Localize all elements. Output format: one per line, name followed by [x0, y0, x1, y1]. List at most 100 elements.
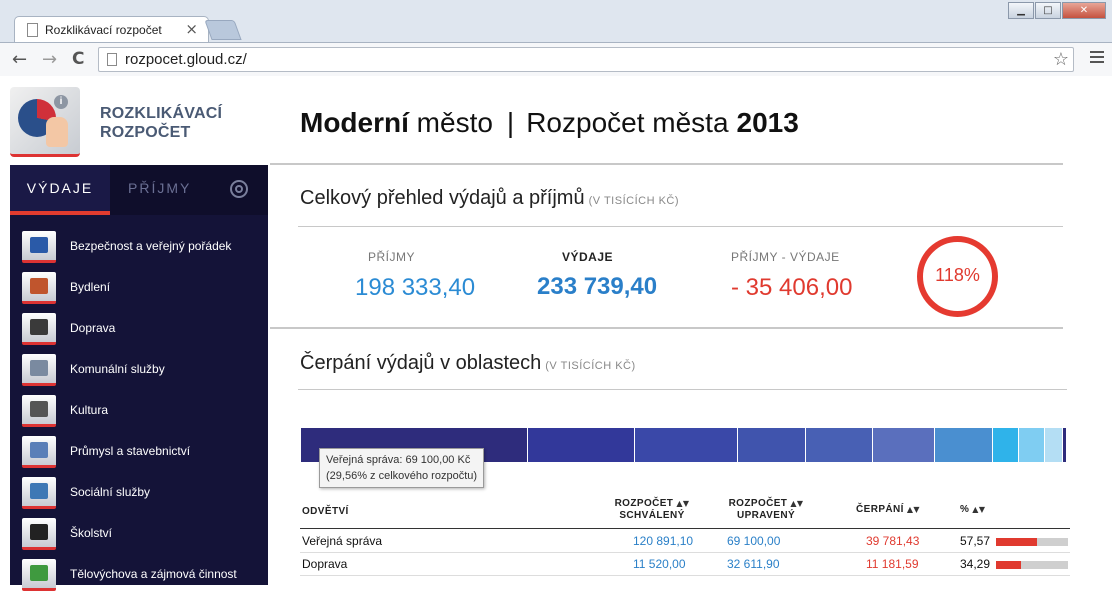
brand-line-2: ROZPOČET [100, 124, 191, 141]
column-header-approved[interactable]: ROZPOČET ▲▼ SCHVÁLENÝ [612, 498, 692, 522]
sidebar-item-label: Sociální služby [70, 485, 151, 499]
sidebar-item[interactable]: Komunální služby [10, 350, 268, 391]
icon-glyph [30, 319, 48, 335]
new-tab-button[interactable] [204, 20, 242, 40]
reload-icon[interactable]: C [72, 49, 84, 69]
difference-label: PŘÍJMY - VÝDAJE [731, 250, 840, 264]
column-header-adjusted-line-1: ROZPOČET ▲▼ [726, 498, 806, 510]
back-arrow-icon[interactable]: ← [12, 49, 27, 70]
sort-icon: ▲▼ [972, 505, 986, 514]
sidebar-item-label: Průmysl a stavebnictví [70, 444, 191, 458]
browser-toolbar: ← → C rozpocet.gloud.cz/ ☆ [0, 42, 1112, 76]
address-bar[interactable]: rozpocet.gloud.cz/ ☆ [98, 47, 1074, 72]
building-icon [22, 436, 56, 468]
overview-title: Celkový přehled výdajů a příjmů (V TISÍCÍ… [300, 187, 679, 210]
sidebar-item[interactable]: Bezpečnost a veřejný pořádek [10, 227, 268, 268]
browser-titlebar: Rozklikávací rozpočet × ▁ □ ✕ [0, 0, 1112, 43]
graduation-cap-icon [22, 518, 56, 550]
areas-title-text: Čerpání výdajů v oblastech [300, 352, 542, 374]
table-cell-approved: 11 520,00 [633, 557, 686, 571]
sport-icon [22, 559, 56, 591]
bar-segment[interactable] [528, 428, 636, 462]
menu-icon[interactable] [1090, 51, 1104, 65]
bar-segment[interactable] [992, 428, 1019, 462]
column-header-spent[interactable]: ČERPÁNÍ ▲▼ [856, 504, 920, 516]
expense-value: 233 739,40 [537, 273, 658, 300]
column-header-sector[interactable]: ODVĚTVÍ [302, 506, 349, 518]
sidebar: VÝDAJE PŘÍJMY Bezpečnost a veřejný pořád… [10, 165, 268, 591]
minimize-button[interactable]: ▁ [1008, 2, 1034, 19]
table-cell-percent: 57,57 [960, 534, 991, 548]
column-header-adjusted-text: ROZPOČET [728, 498, 788, 509]
title-separator: | [506, 107, 515, 138]
budget-year: 2013 [736, 107, 799, 138]
sidebar-item[interactable]: Doprava [10, 309, 268, 350]
window-controls: ▁ □ ✕ [1008, 2, 1106, 19]
close-window-button[interactable]: ✕ [1062, 2, 1106, 19]
sidebar-item[interactable]: Školství [10, 514, 268, 555]
city-name-rest: město [408, 107, 493, 138]
table-cell-approved: 120 891,10 [633, 534, 694, 548]
icon-glyph [30, 524, 48, 540]
bar-segment[interactable] [806, 428, 873, 462]
divider [298, 226, 1063, 227]
bar-segment[interactable] [1062, 428, 1067, 462]
tab-expenses[interactable]: VÝDAJE [10, 165, 110, 215]
table-cell-sector: Doprava [302, 557, 348, 571]
sort-icon: ▲▼ [906, 505, 920, 514]
percent-bar [996, 561, 1068, 569]
app-logo[interactable]: i [10, 87, 80, 157]
browser-chrome: Rozklikávací rozpočet × ▁ □ ✕ ← → C rozp… [0, 0, 1112, 76]
income-value: 198 333,40 [355, 274, 476, 301]
page-icon [107, 53, 117, 66]
divider [298, 389, 1067, 390]
icon-glyph [30, 565, 48, 581]
target-icon[interactable] [230, 180, 248, 198]
sidebar-item[interactable]: Tělovýchova a zájmová činnost [10, 555, 268, 596]
icon-glyph [30, 483, 48, 499]
sidebar-item[interactable]: Bydlení [10, 268, 268, 309]
table-cell-adjusted: 69 100,00 [727, 534, 781, 548]
tab-income[interactable]: PŘÍJMY [128, 165, 191, 215]
sidebar-item-label: Kultura [70, 403, 109, 417]
police-icon [22, 231, 56, 263]
page: i ROZKLIKÁVACÍ ROZPOČET Moderní město | Ro… [0, 77, 1112, 591]
url-text[interactable]: rozpocet.gloud.cz/ [125, 51, 247, 68]
difference-value: - 35 406,00 [731, 274, 853, 301]
icon-glyph [30, 442, 48, 458]
icon-glyph [30, 278, 48, 294]
bookmark-star-icon[interactable]: ☆ [1053, 49, 1069, 70]
bar-segment[interactable] [738, 428, 807, 462]
tab-close-icon[interactable]: × [185, 20, 198, 38]
column-header-adjusted[interactable]: ROZPOČET ▲▼ UPRAVENÝ [726, 498, 806, 522]
sort-icon: ▲▼ [790, 499, 804, 508]
table-cell-sector: Veřejná správa [302, 534, 383, 548]
overview-title-text: Celkový přehled výdajů a příjmů [300, 187, 585, 209]
divider [270, 163, 1063, 165]
ratio-ring: 118% [917, 236, 998, 317]
bar-segment[interactable] [635, 428, 739, 462]
sidebar-item[interactable]: Kultura [10, 391, 268, 432]
sidebar-tabs: VÝDAJE PŘÍJMY [10, 165, 268, 215]
sidebar-item-label: Bydlení [70, 280, 111, 294]
browser-tab[interactable]: Rozklikávací rozpočet × [14, 16, 209, 43]
tab-title: Rozklikávací rozpočet [45, 23, 162, 37]
bar-segment[interactable] [934, 428, 993, 462]
expense-label: VÝDAJE [562, 250, 614, 264]
people-icon [22, 477, 56, 509]
tooltip-line-1: Veřejná správa: 69 100,00 Kč [326, 454, 471, 466]
theatre-masks-icon [22, 395, 56, 427]
brand-line-1: ROZKLIKÁVACÍ [100, 105, 223, 122]
percent-bar-fill [996, 561, 1021, 569]
bar-segment[interactable] [1044, 428, 1063, 462]
table-cell-adjusted: 32 611,90 [727, 557, 780, 571]
column-header-approved-line-1: ROZPOČET ▲▼ [612, 498, 692, 510]
forward-arrow-icon[interactable]: → [42, 49, 57, 70]
percent-bar-fill [996, 538, 1038, 546]
sidebar-item[interactable]: Sociální služby [10, 473, 268, 514]
bar-segment[interactable] [1018, 428, 1045, 462]
maximize-button[interactable]: □ [1035, 2, 1061, 19]
column-header-percent[interactable]: % ▲▼ [960, 504, 985, 516]
sidebar-item[interactable]: Průmysl a stavebnictví [10, 432, 268, 473]
bar-segment[interactable] [872, 428, 935, 462]
